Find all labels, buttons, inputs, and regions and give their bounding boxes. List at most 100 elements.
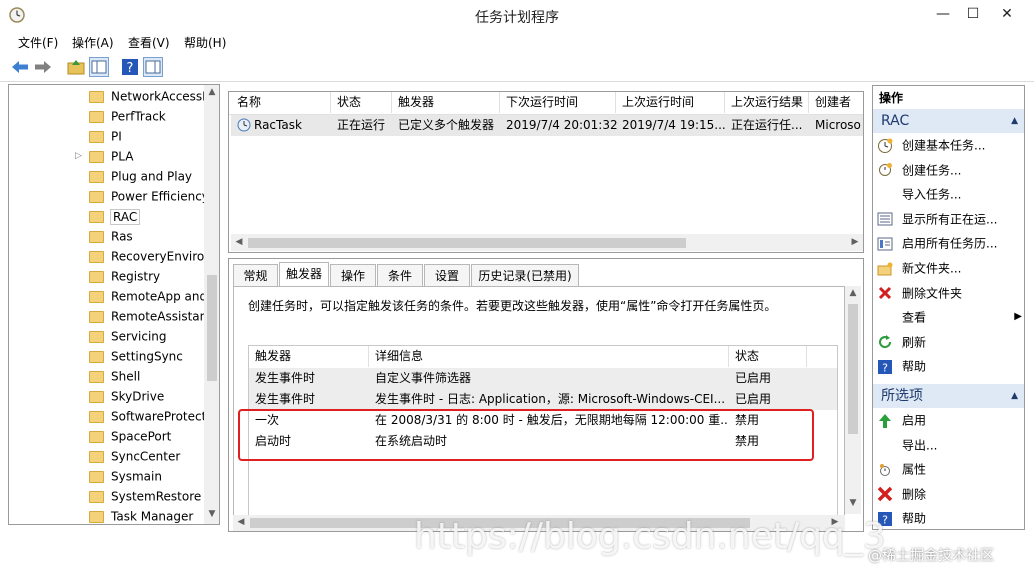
tree-item[interactable]: RemoteAssistan <box>9 306 207 326</box>
menu-help[interactable]: 帮助(H) <box>184 34 226 51</box>
tree-item[interactable]: Servicing <box>9 326 204 346</box>
action-label: 帮助 <box>902 359 927 374</box>
col-trigger-status[interactable]: 状态 <box>729 346 807 367</box>
scroll-up-arrow-icon[interactable]: ▲ <box>845 288 861 298</box>
tree-item[interactable]: NetworkAccessI <box>9 86 206 106</box>
trigger-status: 已启用 <box>735 371 772 385</box>
action-item[interactable]: 显示所有正在运... <box>877 207 1020 231</box>
menu-view[interactable]: 查看(V) <box>128 34 170 51</box>
section-selected[interactable]: 所选项 ▲ <box>873 384 1024 408</box>
tree-item-label: RAC <box>109 208 141 225</box>
scroll-down-arrow-icon[interactable]: ▼ <box>204 509 219 519</box>
tree-item[interactable]: RAC <box>9 206 204 226</box>
tree-item[interactable]: RemoteApp and <box>9 286 207 306</box>
tree-scrollbar[interactable]: ▲ ▼ <box>204 85 219 524</box>
scroll-thumb[interactable] <box>248 238 686 248</box>
refresh-icon <box>877 334 893 350</box>
col-trigger[interactable]: 触发器 <box>249 346 369 367</box>
tree-item[interactable]: SkyDrive <box>9 386 204 406</box>
tree-item[interactable]: PerfTrack <box>9 106 204 126</box>
action-item[interactable]: 删除 <box>877 482 1020 506</box>
tree-item-label: Ras <box>111 229 133 244</box>
tree-item[interactable]: SyncCenter <box>9 446 204 466</box>
action-item[interactable]: ? 帮助 <box>877 354 1020 378</box>
section-rac[interactable]: RAC ▲ <box>873 109 1024 133</box>
tree-item[interactable]: Ras <box>9 226 204 246</box>
back-arrow-icon[interactable] <box>10 57 30 77</box>
tree-item[interactable]: SystemRestore <box>9 486 204 506</box>
scroll-thumb[interactable] <box>207 275 217 381</box>
action-item[interactable]: ? 帮助 <box>877 506 1020 529</box>
tab-settings[interactable]: 设置 <box>424 264 470 286</box>
tree-item[interactable]: RecoveryEnviror <box>9 246 209 266</box>
show-action-pane-icon[interactable] <box>143 57 163 77</box>
col-triggers[interactable]: 触发器 <box>392 92 500 113</box>
tree-item[interactable]: Task Manager <box>9 506 204 524</box>
blank-icon <box>877 437 893 453</box>
col-name[interactable]: 名称 <box>231 92 331 113</box>
tree-item[interactable]: ▷ PLA <box>9 146 204 166</box>
tab-strip: 常规 触发器 操作 条件 设置 历史记录(已禁用) <box>233 262 861 286</box>
action-item[interactable]: 删除文件夹 <box>877 281 1020 305</box>
task-list-hscrollbar[interactable]: ◀ ▶ <box>231 234 863 251</box>
tree-item[interactable]: Power Efficiency <box>9 186 209 206</box>
scroll-right-arrow-icon[interactable]: ▶ <box>849 237 861 247</box>
action-item[interactable]: 创建任务... <box>877 158 1020 182</box>
action-item[interactable]: 启用所有任务历... <box>877 231 1020 255</box>
watermark: https://blog.csdn.net/qq_3 <box>414 516 886 557</box>
col-status[interactable]: 状态 <box>331 92 392 113</box>
tab-history[interactable]: 历史记录(已禁用) <box>471 264 579 286</box>
tree-item[interactable]: Sysmain <box>9 466 204 486</box>
col-details[interactable]: 详细信息 <box>369 346 729 367</box>
scroll-up-arrow-icon[interactable]: ▲ <box>204 87 219 97</box>
tree-item[interactable]: SoftwareProtect <box>9 406 207 426</box>
tab-triggers[interactable]: 触发器 <box>279 262 329 286</box>
action-label: 创建任务... <box>902 163 962 178</box>
col-author[interactable]: 创建者 <box>809 92 863 113</box>
tree-item[interactable]: Shell <box>9 366 204 386</box>
help-icon[interactable]: ? <box>120 57 140 77</box>
action-label: 新文件夹... <box>902 261 962 276</box>
tree-item[interactable]: SpacePort <box>9 426 204 446</box>
tree-item[interactable]: Registry <box>9 266 204 286</box>
trigger-row[interactable]: 发生事件时 自定义事件筛选器 已启用 <box>249 368 837 389</box>
col-last-run[interactable]: 上次运行时间 <box>616 92 725 113</box>
col-next-run[interactable]: 下次运行时间 <box>500 92 616 113</box>
detail-scrollbar[interactable]: ▲ ▼ <box>845 286 861 514</box>
action-item[interactable]: 导出... <box>877 433 1020 457</box>
action-item[interactable]: 查看 ▶ <box>877 305 1022 329</box>
collapse-arrow-icon[interactable]: ▲ <box>1011 109 1018 133</box>
tab-general[interactable]: 常规 <box>233 264 278 286</box>
action-item[interactable]: 刷新 <box>877 330 1020 354</box>
show-hide-tree-icon[interactable] <box>89 57 109 77</box>
scroll-thumb[interactable] <box>848 304 858 434</box>
scroll-left-arrow-icon[interactable]: ◀ <box>235 517 247 527</box>
action-item[interactable]: 创建基本任务... <box>877 133 1020 157</box>
help-icon: ? <box>877 359 893 375</box>
close-button[interactable]: ✕ <box>980 0 1034 31</box>
action-item[interactable]: 属性 <box>877 457 1020 481</box>
tab-conditions[interactable]: 条件 <box>377 264 423 286</box>
forward-arrow-icon[interactable] <box>33 57 53 77</box>
tree-item[interactable]: SettingSync <box>9 346 204 366</box>
toolbar: ? <box>0 53 1034 82</box>
tree-item[interactable]: PI <box>9 126 204 146</box>
tab-actions[interactable]: 操作 <box>330 264 376 286</box>
tree-item-label: SoftwareProtect <box>111 409 207 424</box>
menu-file[interactable]: 文件(F) <box>18 34 58 51</box>
trigger-row[interactable]: 发生事件时 发生事件时 - 日志: Application，源: Microsof… <box>249 389 837 410</box>
action-item[interactable]: 新文件夹... <box>877 256 1020 280</box>
col-last-result[interactable]: 上次运行结果 <box>725 92 809 113</box>
actions-title: 操作 <box>879 91 904 105</box>
section-rac-label: RAC <box>881 113 910 129</box>
task-row[interactable]: RacTask 正在运行 已定义多个触发器 2019/7/4 20:01:32 … <box>231 115 863 136</box>
menu-action[interactable]: 操作(A) <box>72 34 114 51</box>
action-item[interactable]: 启用 <box>877 408 1020 432</box>
scroll-left-arrow-icon[interactable]: ◀ <box>233 237 245 247</box>
action-item[interactable]: 导入任务... <box>877 182 1020 206</box>
collapse-arrow-icon[interactable]: ▲ <box>1011 384 1018 408</box>
expand-arrow-icon[interactable]: ▷ <box>75 146 82 166</box>
tree-item[interactable]: Plug and Play <box>9 166 204 186</box>
scroll-down-arrow-icon[interactable]: ▼ <box>845 498 861 508</box>
up-folder-icon[interactable] <box>66 57 86 77</box>
